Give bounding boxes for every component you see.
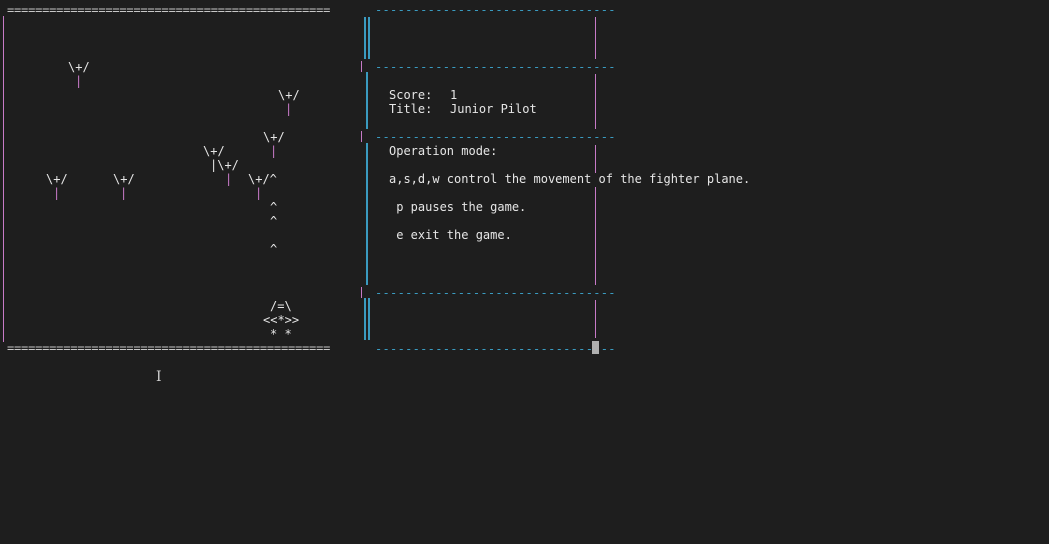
enemy-plane-tail: |: [270, 144, 278, 158]
panel-border-ops-top: --------------------------------: [375, 130, 616, 144]
operation-heading: Operation mode:: [389, 144, 498, 158]
enemy-plane: \+/: [278, 88, 300, 102]
game-left-wall: [3, 16, 4, 342]
panel-border-bottom: --------------------------------: [375, 342, 616, 356]
panel-right-wall-3: [595, 145, 596, 173]
bullet: ^: [270, 214, 278, 228]
instruction-move: a,s,d,w control the movement of the figh…: [389, 172, 751, 186]
enemy-plane-tail: |: [255, 186, 263, 200]
enemy-plane-cluster: |\+/: [210, 158, 239, 172]
title-value: Junior Pilot: [450, 102, 537, 116]
terminal-cursor: [592, 341, 599, 354]
enemy-plane-tail: |: [225, 172, 233, 186]
enemy-plane-tail: |: [53, 186, 61, 200]
enemy-plane: \+/: [68, 60, 90, 74]
panel-right-wall-2: [595, 74, 596, 129]
separator-tick-2: [361, 131, 362, 142]
player-plane-exhaust: * *: [270, 327, 292, 341]
enemy-plane-tail: |: [285, 102, 293, 116]
separator-line-1: [364, 17, 366, 59]
player-plane-wings: <<*>>: [263, 313, 300, 327]
panel-right-wall-1: [595, 17, 596, 59]
enemy-plane-tail: |: [75, 74, 83, 88]
enemy-plane: \+/: [46, 172, 68, 186]
enemy-plane: \+/: [113, 172, 135, 186]
title-label: Title:: [389, 102, 433, 116]
bullet: ^: [270, 242, 278, 256]
separator-line-6: [368, 298, 370, 340]
bullet: ^: [270, 200, 278, 214]
panel-border-top: --------------------------------: [375, 3, 616, 17]
enemy-plane-with-bullet: \+/^: [248, 172, 277, 186]
enemy-plane: \+/: [263, 130, 285, 144]
panel-right-wall-5: [595, 300, 596, 338]
enemy-plane-tail: |: [120, 186, 128, 200]
panel-border-score-top: --------------------------------: [375, 60, 616, 74]
separator-tick-1: [361, 61, 362, 72]
instruction-pause: p pauses the game.: [389, 200, 527, 214]
separator-line-2: [368, 17, 370, 59]
panel-right-wall-4: [595, 187, 596, 285]
instruction-exit: e exit the game.: [389, 228, 512, 242]
score-label: Score:: [389, 88, 433, 102]
separator-line-5: [364, 298, 366, 340]
panel-border-bottom-top: --------------------------------: [375, 286, 616, 300]
game-border-top: ========================================…: [7, 3, 331, 17]
enemy-plane: \+/: [203, 144, 225, 158]
separator-tick-3: [361, 287, 362, 298]
score-value: 1: [450, 88, 458, 102]
game-border-bottom: ========================================…: [7, 341, 331, 355]
separator-line-3: [366, 72, 368, 129]
separator-line-4: [366, 143, 368, 285]
ibeam-cursor-icon: I: [156, 369, 162, 385]
player-plane-nose: /=\: [270, 299, 292, 313]
